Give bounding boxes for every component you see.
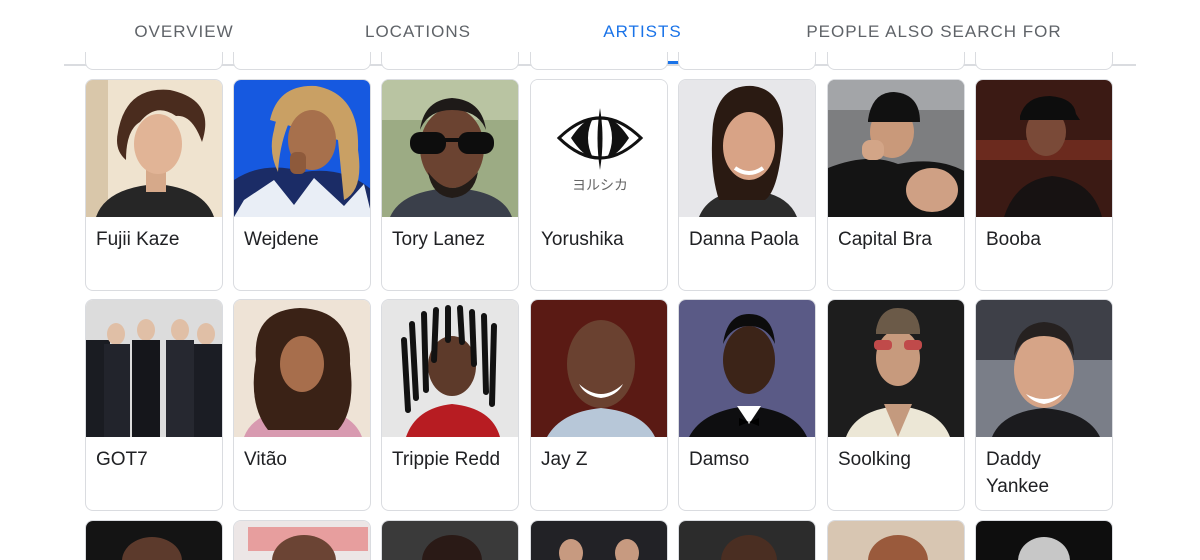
artist-name: Vitão [244, 449, 287, 470]
artist-card-got7[interactable]: GOT7 [85, 299, 223, 511]
artist-photo [234, 300, 370, 437]
artist-name: Trippie Redd [392, 449, 501, 470]
artist-photo [976, 80, 1112, 217]
artist-logo: ヨルシカ [531, 80, 667, 217]
artist-photo [679, 521, 815, 560]
artist-card-partial[interactable] [530, 520, 668, 560]
artist-name: Booba [986, 229, 1041, 250]
artist-card-yorushika[interactable]: ヨルシカ Yorushika [530, 79, 668, 291]
artists-grid: Fujii Kaze Wejdene Tory Lanez ヨルシカ Yorus… [0, 0, 1200, 560]
artist-name: Capital Bra [838, 229, 932, 250]
artist-name: GOT7 [96, 449, 148, 470]
artist-card-partial[interactable] [85, 520, 223, 560]
artist-photo [531, 521, 667, 560]
artist-name: Yorushika [541, 229, 624, 250]
artist-name: Jay Z [541, 449, 588, 470]
artist-card-daddy-yankee[interactable]: Daddy Yankee [975, 299, 1113, 511]
artist-photo [234, 521, 370, 560]
artist-name: Tory Lanez [392, 229, 485, 250]
artist-card-damso[interactable]: Damso [678, 299, 816, 511]
artist-card-partial[interactable] [233, 52, 371, 70]
artist-photo [86, 521, 222, 560]
artist-photo [679, 80, 815, 217]
artist-photo [828, 80, 964, 217]
artist-photo [828, 300, 964, 437]
artist-photo [234, 80, 370, 217]
artist-card-partial[interactable] [381, 520, 519, 560]
artist-card-vitao[interactable]: Vitão [233, 299, 371, 511]
artist-photo [86, 300, 222, 437]
artist-name: Damso [689, 449, 750, 470]
artist-photo [976, 300, 1112, 437]
artist-card-partial[interactable] [827, 520, 965, 560]
artist-photo [828, 521, 964, 560]
artist-card-partial[interactable] [975, 52, 1113, 70]
artist-name: Danna Paola [689, 229, 799, 250]
artist-card-tory-lanez[interactable]: Tory Lanez [381, 79, 519, 291]
artist-name: Fujii Kaze [96, 229, 180, 250]
artist-card-partial[interactable] [233, 520, 371, 560]
artist-card-booba[interactable]: Booba [975, 79, 1113, 291]
artist-photo [86, 80, 222, 217]
artist-card-jay-z[interactable]: Jay Z [530, 299, 668, 511]
artist-card-partial[interactable] [678, 520, 816, 560]
artist-photo [679, 300, 815, 437]
artist-card-partial[interactable] [678, 52, 816, 70]
artist-photo [976, 521, 1112, 560]
artist-photo [382, 521, 518, 560]
artist-name: Daddy Yankee [986, 449, 1050, 497]
artist-card-partial[interactable] [85, 52, 223, 70]
artist-card-partial[interactable] [530, 52, 668, 70]
artist-photo [382, 300, 518, 437]
artist-name: Wejdene [244, 229, 319, 250]
artist-photo [382, 80, 518, 217]
artist-card-danna-paola[interactable]: Danna Paola [678, 79, 816, 291]
artist-card-soolking[interactable]: Soolking [827, 299, 965, 511]
artist-name: Soolking [838, 449, 911, 470]
artist-card-fujii-kaze[interactable]: Fujii Kaze [85, 79, 223, 291]
artist-card-partial[interactable] [827, 52, 965, 70]
artist-photo [531, 300, 667, 437]
artist-card-wejdene[interactable]: Wejdene [233, 79, 371, 291]
artist-card-trippie-redd[interactable]: Trippie Redd [381, 299, 519, 511]
yorushika-logo-text: ヨルシカ [572, 178, 628, 194]
artist-card-partial[interactable] [381, 52, 519, 70]
artist-card-partial[interactable] [975, 520, 1113, 560]
artist-card-capital-bra[interactable]: Capital Bra [827, 79, 965, 291]
